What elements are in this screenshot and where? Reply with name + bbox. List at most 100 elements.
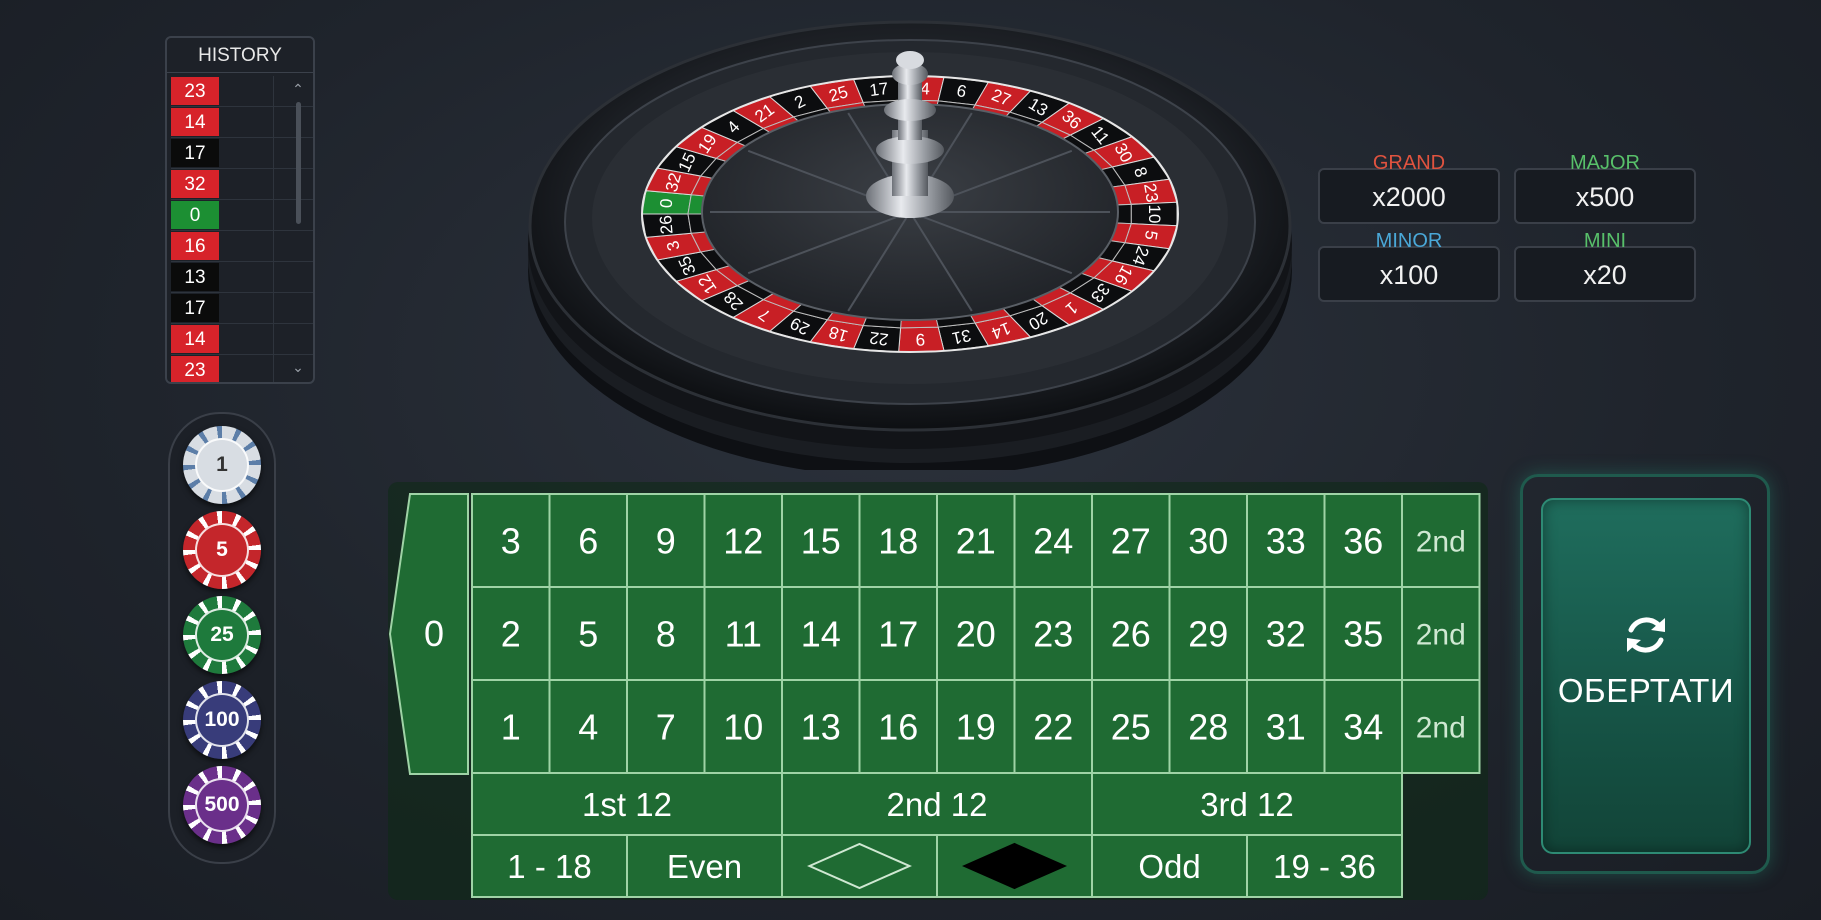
wheel-number: 17 [868, 79, 889, 100]
chip-value: 1 [195, 438, 249, 492]
number-label: 26 [1111, 614, 1151, 655]
wheel-number: 22 [868, 328, 889, 349]
number-label: 4 [578, 707, 598, 748]
chip-selector: 1 5 25 100 500 [168, 412, 276, 864]
history-number: 17 [171, 294, 219, 322]
jackpot-grand: GRAND x2000 [1318, 152, 1500, 224]
jackpot-major: MAJOR x500 [1514, 152, 1696, 224]
number-label: 33 [1266, 521, 1306, 562]
dozen-label: 2nd 12 [887, 786, 988, 823]
history-number: 23 [171, 356, 219, 382]
history-spacer [219, 107, 274, 137]
number-label: 14 [801, 614, 841, 655]
number-label: 30 [1188, 521, 1228, 562]
jackpot-value: x500 [1575, 182, 1635, 212]
number-label: 32 [1266, 614, 1306, 655]
spin-button-label: ОБЕРТАТИ [1557, 672, 1735, 709]
outside-label: 19 - 36 [1273, 848, 1376, 885]
chip-500[interactable]: 500 [183, 766, 261, 844]
history-spacer [219, 355, 274, 382]
history-number: 23 [171, 77, 219, 105]
column-label: 2nd [1416, 619, 1466, 652]
wheel-number: 9 [915, 330, 925, 349]
number-label: 25 [1111, 707, 1151, 748]
number-label: 11 [725, 614, 762, 655]
number-label: 10 [723, 707, 763, 748]
history-spacer [219, 231, 274, 261]
roulette-wheel: 0321519421225173462713361130823105241633… [520, 0, 1300, 478]
history-spacer [219, 324, 274, 354]
number-label: 18 [878, 521, 918, 562]
history-spacer [219, 76, 274, 106]
dozen-label: 3rd 12 [1200, 786, 1294, 823]
number-label: 8 [656, 614, 676, 655]
number-label: 29 [1188, 614, 1228, 655]
number-label: 23 [1033, 614, 1073, 655]
column-label: 2nd [1416, 526, 1466, 559]
number-label: 2 [501, 614, 521, 655]
number-label: 6 [578, 521, 598, 562]
history-scrollbar[interactable]: ⌃ ⌄ [289, 78, 307, 376]
spin-button[interactable]: ОБЕРТАТИ [1541, 498, 1751, 854]
history-spacer [219, 169, 274, 199]
number-label: 19 [956, 707, 996, 748]
chip-25[interactable]: 25 [183, 596, 261, 674]
scrollbar-thumb[interactable] [296, 102, 301, 224]
number-label: 34 [1343, 707, 1383, 748]
history-number: 17 [171, 139, 219, 167]
number-label: 15 [801, 521, 841, 562]
number-label: 22 [1033, 707, 1073, 748]
history-number: 14 [171, 325, 219, 353]
number-label: 31 [1266, 707, 1306, 748]
number-label: 21 [956, 521, 996, 562]
zero-label: 0 [424, 613, 444, 654]
wheel-number: 10 [1145, 205, 1164, 224]
number-label: 12 [723, 521, 763, 562]
wheel-number: 31 [950, 325, 973, 348]
jackpot-label: MINI [1583, 230, 1627, 252]
history-spacer [219, 293, 274, 323]
number-label: 27 [1111, 521, 1151, 562]
number-label: 9 [656, 521, 676, 562]
wheel-number: 26 [656, 214, 677, 234]
outside-label: Even [667, 848, 742, 885]
refresh-icon [1627, 617, 1665, 653]
jackpot-label: MINOR [1375, 230, 1443, 252]
jackpot-value: x100 [1379, 260, 1439, 290]
history-number: 16 [171, 232, 219, 260]
history-number: 0 [171, 201, 219, 229]
chevron-down-icon[interactable]: ⌄ [291, 360, 305, 374]
history-number: 13 [171, 263, 219, 291]
betting-table: 0 3 6 9 12 15 18 21 24 27 30 33 36 2nd 2 5 8 11 14 17 20 23 26… [380, 482, 1490, 900]
number-label: 5 [578, 614, 598, 655]
jackpot-label: GRAND [1372, 152, 1446, 174]
history-spacer [219, 262, 274, 292]
chip-value: 25 [195, 608, 249, 662]
chevron-up-icon[interactable]: ⌃ [291, 82, 305, 96]
number-label: 7 [656, 707, 676, 748]
chip-value: 5 [195, 523, 249, 577]
number-label: 35 [1343, 614, 1383, 655]
jackpot-minor: MINOR x100 [1318, 230, 1500, 302]
chip-100[interactable]: 100 [183, 681, 261, 759]
jackpot-label: MAJOR [1570, 152, 1640, 174]
wheel-number: 0 [657, 198, 677, 209]
jackpot-mini: MINI x20 [1514, 230, 1696, 302]
number-label: 16 [878, 707, 918, 748]
chip-value: 500 [195, 778, 249, 832]
history-panel: HISTORY 23 14 17 32 0 16 13 17 14 23 ⌃ ⌄ [165, 36, 315, 384]
number-label: 28 [1188, 707, 1228, 748]
history-title: HISTORY [167, 38, 313, 73]
number-label: 36 [1343, 521, 1383, 562]
chip-5[interactable]: 5 [183, 511, 261, 589]
number-label: 24 [1033, 521, 1073, 562]
dozen-label: 1st 12 [582, 786, 672, 823]
column-label: 2nd [1416, 712, 1466, 745]
number-label: 3 [501, 521, 521, 562]
outside-label: Odd [1138, 848, 1200, 885]
jackpot-value: x2000 [1372, 182, 1446, 212]
number-label: 1 [501, 707, 521, 748]
chip-1[interactable]: 1 [183, 426, 261, 504]
chip-value: 100 [195, 693, 249, 747]
wheel-number: 23 [1140, 182, 1162, 204]
